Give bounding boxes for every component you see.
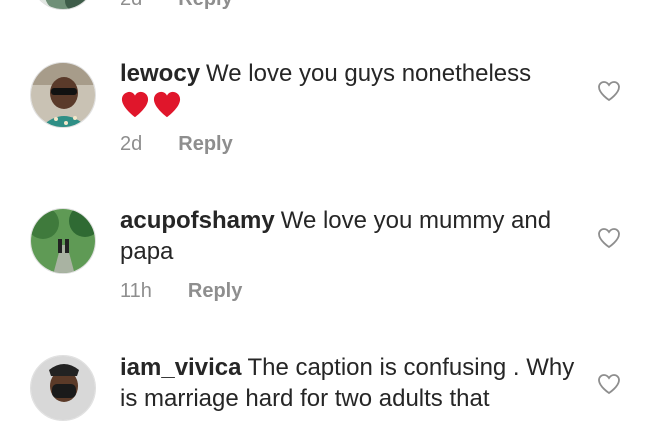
comment-time: 11h xyxy=(120,280,152,302)
avatar[interactable] xyxy=(30,62,96,128)
like-heart-icon[interactable] xyxy=(597,79,621,103)
avatar[interactable] xyxy=(30,208,96,274)
reply-button[interactable]: Reply xyxy=(178,133,232,156)
comment-username[interactable]: lewocy xyxy=(120,60,200,87)
comment-text-block: lewocy We love you guys nonetheless xyxy=(120,58,580,127)
comment-meta: 11h Reply xyxy=(120,280,242,303)
red-heart-emoji xyxy=(120,91,182,119)
comment-username[interactable]: acupofshamy xyxy=(120,207,275,234)
comment-time: 2d xyxy=(120,133,143,155)
like-heart-icon[interactable] xyxy=(597,226,621,250)
comment-time: 2d xyxy=(120,0,142,11)
comment-meta: 2d Reply xyxy=(120,0,233,11)
comment-body: We love you guys nonetheless xyxy=(206,60,532,87)
avatar[interactable] xyxy=(30,355,96,421)
comment-text-block: acupofshamy We love you mummy and papa xyxy=(120,205,580,267)
comment-text-block: iam_vivica The caption is confusing . Why… xyxy=(120,352,580,414)
avatar[interactable] xyxy=(30,0,96,10)
comment-meta: 2d Reply xyxy=(120,133,233,156)
like-heart-icon[interactable] xyxy=(597,372,621,396)
reply-button[interactable]: Reply xyxy=(178,0,232,11)
comment-username[interactable]: iam_vivica xyxy=(120,354,241,381)
reply-button[interactable]: Reply xyxy=(188,280,242,303)
